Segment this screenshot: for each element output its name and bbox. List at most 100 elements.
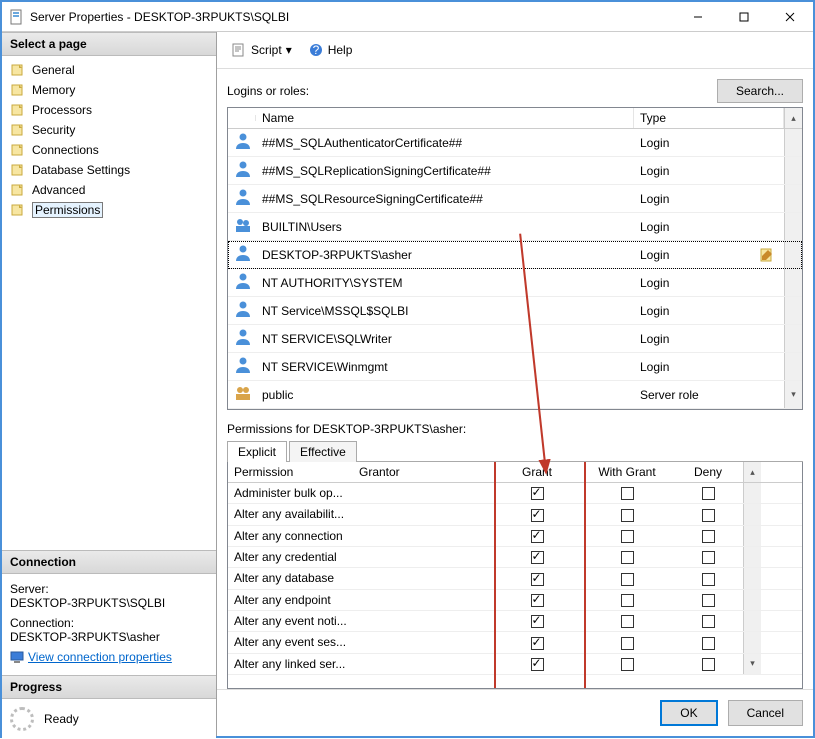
login-icon	[228, 185, 256, 212]
help-button[interactable]: ? Help	[304, 40, 357, 60]
server-label: Server:	[10, 582, 208, 596]
login-row[interactable]: publicServer role▾	[228, 381, 802, 409]
cancel-button[interactable]: Cancel	[728, 700, 803, 726]
script-button[interactable]: Script ▾	[227, 40, 296, 60]
permission-row[interactable]: Alter any endpoint	[228, 590, 802, 611]
permissions-for-label: Permissions for DESKTOP-3RPUKTS\asher:	[227, 422, 803, 436]
login-row[interactable]: NT SERVICE\SQLWriterLogin	[228, 325, 802, 353]
login-type: Login	[634, 245, 784, 265]
checkbox[interactable]	[621, 509, 634, 522]
scroll-up-icon[interactable]: ▴	[784, 108, 802, 128]
page-item-permissions[interactable]: Permissions	[2, 200, 216, 220]
page-item-processors[interactable]: Processors	[2, 100, 216, 120]
checkbox[interactable]	[702, 487, 715, 500]
search-button[interactable]: Search...	[717, 79, 803, 103]
checkbox[interactable]	[531, 487, 544, 500]
checkbox[interactable]	[621, 658, 634, 671]
scroll-down-icon[interactable]: ▾	[743, 654, 761, 674]
checkbox[interactable]	[702, 530, 715, 543]
permission-deny-cell	[673, 547, 743, 567]
login-row[interactable]: NT SERVICE\WinmgmtLogin	[228, 353, 802, 381]
perm-header-deny[interactable]: Deny	[673, 462, 743, 482]
page-item-memory[interactable]: Memory	[2, 80, 216, 100]
checkbox[interactable]	[702, 551, 715, 564]
login-name: ##MS_SQLReplicationSigningCertificate##	[256, 161, 634, 181]
permission-grantor	[353, 483, 493, 503]
checkbox[interactable]	[702, 573, 715, 586]
login-row[interactable]: ##MS_SQLResourceSigningCertificate##Logi…	[228, 185, 802, 213]
login-icon	[228, 269, 256, 296]
login-row[interactable]: ##MS_SQLReplicationSigningCertificate##L…	[228, 157, 802, 185]
permission-row[interactable]: Administer bulk op...	[228, 483, 802, 504]
permission-row[interactable]: Alter any database	[228, 568, 802, 589]
checkbox[interactable]	[702, 658, 715, 671]
view-connection-properties-link[interactable]: View connection properties	[10, 650, 172, 664]
checkbox[interactable]	[621, 615, 634, 628]
page-item-connections[interactable]: Connections	[2, 140, 216, 160]
permission-deny-cell	[673, 611, 743, 631]
permission-row[interactable]: Alter any connection	[228, 526, 802, 547]
perm-header-grantor[interactable]: Grantor	[353, 462, 493, 482]
checkbox[interactable]	[531, 615, 544, 628]
checkbox[interactable]	[531, 658, 544, 671]
checkbox[interactable]	[531, 637, 544, 650]
checkbox[interactable]	[702, 594, 715, 607]
login-name: BUILTIN\Users	[256, 217, 634, 237]
tab-effective[interactable]: Effective	[289, 441, 357, 462]
login-row[interactable]: DESKTOP-3RPUKTS\asherLogin	[228, 241, 802, 269]
permission-row[interactable]: Alter any credential	[228, 547, 802, 568]
login-icon	[228, 353, 256, 380]
login-row[interactable]: NT Service\MSSQL$SQLBILogin	[228, 297, 802, 325]
checkbox[interactable]	[531, 509, 544, 522]
perm-header-grant[interactable]: Grant	[493, 462, 581, 482]
ok-button[interactable]: OK	[660, 700, 717, 726]
permission-deny-cell	[673, 654, 743, 674]
close-button[interactable]	[767, 2, 813, 32]
checkbox[interactable]	[621, 487, 634, 500]
maximize-button[interactable]	[721, 2, 767, 32]
login-row[interactable]: ##MS_SQLAuthenticatorCertificate##Login	[228, 129, 802, 157]
page-item-general[interactable]: General	[2, 60, 216, 80]
window-icon	[10, 9, 24, 25]
perm-header-permission[interactable]: Permission	[228, 462, 353, 482]
logins-header-type[interactable]: Type	[634, 108, 784, 128]
title-bar: Server Properties - DESKTOP-3RPUKTS\SQLB…	[2, 2, 813, 32]
checkbox[interactable]	[702, 509, 715, 522]
minimize-button[interactable]	[675, 2, 721, 32]
checkbox[interactable]	[621, 637, 634, 650]
page-item-label: Security	[32, 123, 75, 137]
logins-header-name[interactable]: Name	[256, 108, 634, 128]
checkbox[interactable]	[621, 551, 634, 564]
checkbox[interactable]	[531, 551, 544, 564]
checkbox[interactable]	[702, 637, 715, 650]
logins-label: Logins or roles:	[227, 84, 717, 98]
login-icon	[228, 241, 256, 268]
checkbox[interactable]	[531, 530, 544, 543]
permission-name: Alter any event noti...	[228, 611, 353, 631]
checkbox[interactable]	[531, 573, 544, 586]
permission-row[interactable]: Alter any availabilit...	[228, 504, 802, 525]
scroll-up-icon[interactable]: ▴	[743, 462, 761, 482]
checkbox[interactable]	[621, 594, 634, 607]
page-item-label: Connections	[32, 143, 99, 157]
permission-grantor	[353, 547, 493, 567]
progress-spinner-icon	[10, 707, 34, 731]
permission-grant-cell	[493, 632, 581, 652]
page-item-database-settings[interactable]: Database Settings	[2, 160, 216, 180]
scroll-down-icon[interactable]: ▾	[784, 381, 802, 408]
permission-row[interactable]: Alter any linked ser...▾	[228, 654, 802, 675]
page-item-advanced[interactable]: Advanced	[2, 180, 216, 200]
checkbox[interactable]	[702, 615, 715, 628]
checkbox[interactable]	[531, 594, 544, 607]
permission-row[interactable]: Alter any event noti...	[228, 611, 802, 632]
login-row[interactable]: NT AUTHORITY\SYSTEMLogin	[228, 269, 802, 297]
login-row[interactable]: BUILTIN\UsersLogin	[228, 213, 802, 241]
tab-explicit[interactable]: Explicit	[227, 441, 287, 462]
checkbox[interactable]	[621, 573, 634, 586]
permission-deny-cell	[673, 632, 743, 652]
checkbox[interactable]	[621, 530, 634, 543]
perm-header-with-grant[interactable]: With Grant	[581, 462, 673, 482]
page-item-security[interactable]: Security	[2, 120, 216, 140]
permission-row[interactable]: Alter any event ses...	[228, 632, 802, 653]
page-icon	[10, 182, 26, 198]
